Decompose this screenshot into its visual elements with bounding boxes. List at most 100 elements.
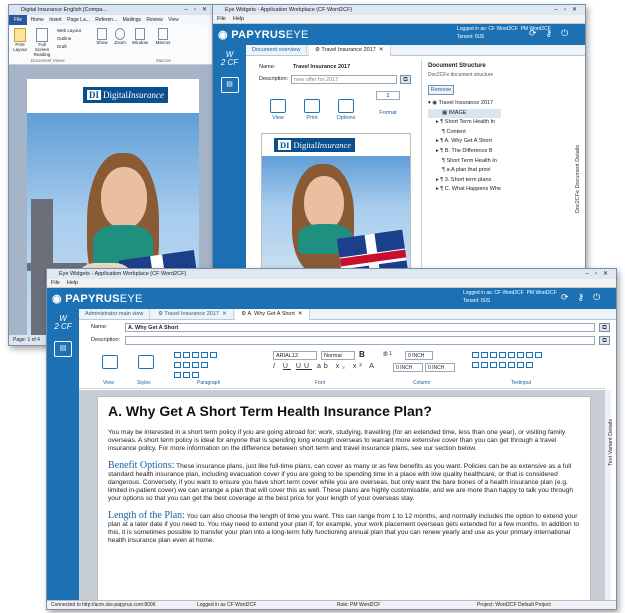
zoom-stepper[interactable]: 1	[376, 91, 400, 100]
front-window-controls[interactable]: –▫✕	[586, 269, 615, 279]
front-styles-button[interactable]	[137, 355, 155, 371]
tree-item[interactable]: ▸ ¶ B. The Difference B	[428, 147, 501, 157]
tree-item[interactable]: ¶ Content	[428, 128, 501, 138]
refresh-icon[interactable]: ⟳	[529, 28, 546, 38]
tab-document-overview[interactable]: Document overview	[246, 45, 308, 56]
back-tabs: Document overview ⚙ Travel Insurance 201…	[246, 45, 585, 56]
group-column: Column	[413, 380, 431, 386]
status-role: Role: PM Word2CF	[337, 602, 381, 608]
word-tab-page-layout[interactable]: Page La...	[65, 17, 92, 23]
back-brand-banner: DI DigitalInsurance	[262, 134, 410, 156]
textinput-tools[interactable]	[471, 351, 591, 377]
word-tab-insert[interactable]: Insert	[47, 17, 64, 23]
column-gap-input[interactable]: 0 INCH	[425, 363, 455, 372]
tab-why-get-short[interactable]: ⚙ A. Why Get A Short ✕	[235, 309, 310, 320]
tree-item[interactable]: ▸ ¶ C. What Happens Whe	[428, 185, 501, 195]
word-tab-review[interactable]: Review	[144, 17, 164, 23]
front-menu-file[interactable]: File	[51, 280, 60, 286]
word-tab-file[interactable]: File	[9, 15, 28, 25]
group-font: Font	[315, 380, 326, 386]
document-settings-icon[interactable]: ▤	[220, 77, 239, 93]
font-select[interactable]: ARIAL12	[273, 351, 317, 360]
back-header: ◉ PAPYRUSEYE Logged in as: CF Word2CF PM…	[213, 24, 585, 45]
front-description-input[interactable]	[125, 336, 595, 345]
paragraph-tools[interactable]	[173, 351, 253, 378]
tree-root[interactable]: ▾ ◉ Travel Insurance 2017	[428, 99, 501, 109]
front-login-info: Logged in as: CF Word2CF PM Word2CF Tenan…	[463, 289, 557, 305]
front-key-icon[interactable]: ⚷	[578, 292, 594, 302]
front-menu-help[interactable]: Help	[67, 280, 78, 286]
font-style-tools[interactable]: I U UU ab x₂ x² A	[273, 363, 377, 370]
front-view-button[interactable]	[101, 355, 119, 371]
description-label: Description:	[259, 76, 289, 82]
back-title: Eye Widgets - Application Workplace (CF …	[225, 7, 353, 13]
view-button[interactable]: View	[265, 99, 291, 121]
tree-item[interactable]: ▸ ¶ Short Term Health In	[428, 118, 501, 128]
front-tenant: Tenant: ISIS	[463, 298, 491, 304]
print-button[interactable]: Print	[299, 99, 325, 121]
zoom-button[interactable]: Zoom	[113, 28, 127, 45]
menu-help[interactable]: Help	[233, 16, 244, 22]
draft-label: Draft	[57, 44, 67, 49]
font-weight-select[interactable]: Normal	[321, 351, 355, 360]
bold-button[interactable]: B	[359, 350, 365, 359]
macros-button[interactable]: Macros	[154, 28, 172, 45]
word-tab-view[interactable]: View	[166, 17, 181, 23]
remove-button[interactable]: Remove	[428, 85, 454, 95]
window-controls[interactable]: –▫✕	[185, 5, 214, 15]
front-document-settings-icon[interactable]: ▤	[54, 341, 72, 357]
front-ribbon: ARIAL12 Normal B I U UU ab x₂ x² A ▥ 1 0…	[79, 349, 605, 389]
menu-file[interactable]: File	[217, 16, 226, 22]
tab-travel-insurance[interactable]: ⚙ Travel Insurance 2017 ✕	[308, 45, 391, 56]
description-expand-button[interactable]: ⧉	[400, 75, 411, 84]
key-icon[interactable]: ⚷	[546, 28, 562, 38]
back-title-bar: Eye Widgets - Application Workplace (CF …	[213, 5, 585, 15]
front-name-expand-button[interactable]: ⧉	[599, 323, 610, 332]
column-width-input[interactable]: 0 INCH	[393, 363, 423, 372]
show-label: Show	[96, 40, 108, 45]
front-word2cf-logo: W2 CF	[54, 314, 72, 331]
description-input[interactable]: new offer for 2017	[291, 75, 397, 84]
column-spacing-input[interactable]: 0 INCH	[405, 351, 433, 360]
tree-item[interactable]: ▸ ¶ A. Why Get A Short	[428, 137, 501, 147]
web-layout-button[interactable]: Web Layout	[57, 28, 81, 33]
front-power-icon[interactable]: ⏻	[593, 292, 609, 302]
benefit-options-text: These insurance plans, just like full-ti…	[108, 462, 573, 503]
back-cover-photo	[262, 156, 410, 271]
macros-icon	[158, 28, 168, 40]
tree-item[interactable]: ¶ a.A plan that provi	[428, 166, 501, 176]
word-tab-mailings[interactable]: Mailings	[121, 17, 143, 23]
window-button[interactable]: Window	[131, 28, 149, 45]
draft-button[interactable]: Draft	[57, 44, 67, 49]
print-layout-button[interactable]: Print Layout	[12, 28, 28, 52]
text-editor[interactable]: A. Why Get A Short Term Health Insurance…	[97, 396, 591, 602]
tree-item[interactable]: ▦ IMAGE	[428, 108, 502, 119]
format-button[interactable]: 1 Format	[371, 91, 405, 116]
show-button[interactable]: Show	[95, 28, 109, 45]
front-description-label: Description:	[91, 337, 121, 343]
tab-admin-main-view[interactable]: Administrator main view	[79, 309, 151, 320]
back-window-controls[interactable]: –▫✕	[555, 5, 584, 15]
column-count-stepper[interactable]: ▥ 1	[383, 351, 392, 357]
name-input[interactable]: Travel Insurance 2017	[291, 63, 411, 72]
power-icon[interactable]: ⏻	[561, 28, 577, 38]
options-button[interactable]: Options	[333, 99, 359, 121]
paragraph-benefits: Benefit Options: These insurance plans, …	[108, 460, 582, 504]
tree-item[interactable]: ¶ Short Term Health In	[428, 157, 501, 167]
front-refresh-icon[interactable]: ⟳	[561, 292, 578, 302]
back-header-icons: ⟳⚷⏻	[529, 28, 577, 39]
front-description-expand-button[interactable]: ⧉	[599, 336, 610, 345]
full-screen-reading-button[interactable]: Full Screen Reading	[31, 28, 53, 57]
structure-tree: ▾ ◉ Travel Insurance 2017 ▦ IMAGE ▸ ¶ Sh…	[428, 99, 502, 195]
front-name-input[interactable]: A. Why Get A Short	[125, 323, 595, 332]
name-label: Name:	[259, 64, 276, 70]
word-tab-references[interactable]: Referen...	[93, 17, 119, 23]
word-tab-home[interactable]: Home	[28, 17, 45, 23]
outline-button[interactable]: Outline	[57, 36, 71, 41]
options-icon	[338, 99, 354, 113]
text-variant-details-tab[interactable]: Text Variant Details	[608, 419, 614, 466]
group-view: View	[103, 380, 114, 386]
tree-item[interactable]: ▸ ¶ 3. Short term plans	[428, 176, 501, 186]
back-details-label[interactable]: Doc2CFe Document Details	[575, 145, 581, 213]
tab-travel-insurance-2017[interactable]: ⚙ Travel Insurance 2017 ✕	[152, 309, 234, 320]
